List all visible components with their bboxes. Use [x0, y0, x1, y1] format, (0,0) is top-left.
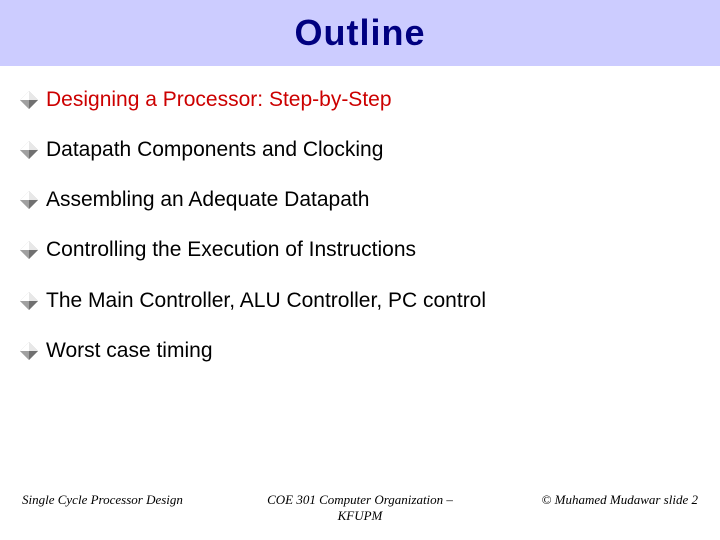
- bullet-item: Datapath Components and Clocking: [20, 138, 700, 162]
- slide-title: Outline: [295, 12, 426, 54]
- title-band: Outline: [0, 0, 720, 66]
- bullet-item: Worst case timing: [20, 339, 700, 363]
- diamond-bullet-icon: [20, 141, 38, 159]
- bullet-list: Designing a Processor: Step-by-Step Data…: [0, 66, 720, 363]
- bullet-item: Controlling the Execution of Instruction…: [20, 238, 700, 262]
- bullet-item: Designing a Processor: Step-by-Step: [20, 88, 700, 112]
- diamond-bullet-icon: [20, 91, 38, 109]
- diamond-bullet-icon: [20, 191, 38, 209]
- bullet-text: Controlling the Execution of Instruction…: [46, 238, 416, 262]
- bullet-item: Assembling an Adequate Datapath: [20, 188, 700, 212]
- diamond-bullet-icon: [20, 342, 38, 360]
- bullet-text: Worst case timing: [46, 339, 213, 363]
- bullet-text[interactable]: Designing a Processor: Step-by-Step: [46, 88, 392, 112]
- footer-right: © Muhamed Mudawar slide 2: [473, 492, 698, 508]
- bullet-text: Assembling an Adequate Datapath: [46, 188, 369, 212]
- bullet-text: Datapath Components and Clocking: [46, 138, 383, 162]
- footer-center: COE 301 Computer Organization – KFUPM: [247, 492, 472, 524]
- bullet-item: The Main Controller, ALU Controller, PC …: [20, 289, 700, 313]
- slide-footer: Single Cycle Processor Design COE 301 Co…: [0, 492, 720, 524]
- diamond-bullet-icon: [20, 241, 38, 259]
- footer-left: Single Cycle Processor Design: [22, 492, 247, 508]
- diamond-bullet-icon: [20, 292, 38, 310]
- bullet-text: The Main Controller, ALU Controller, PC …: [46, 289, 486, 313]
